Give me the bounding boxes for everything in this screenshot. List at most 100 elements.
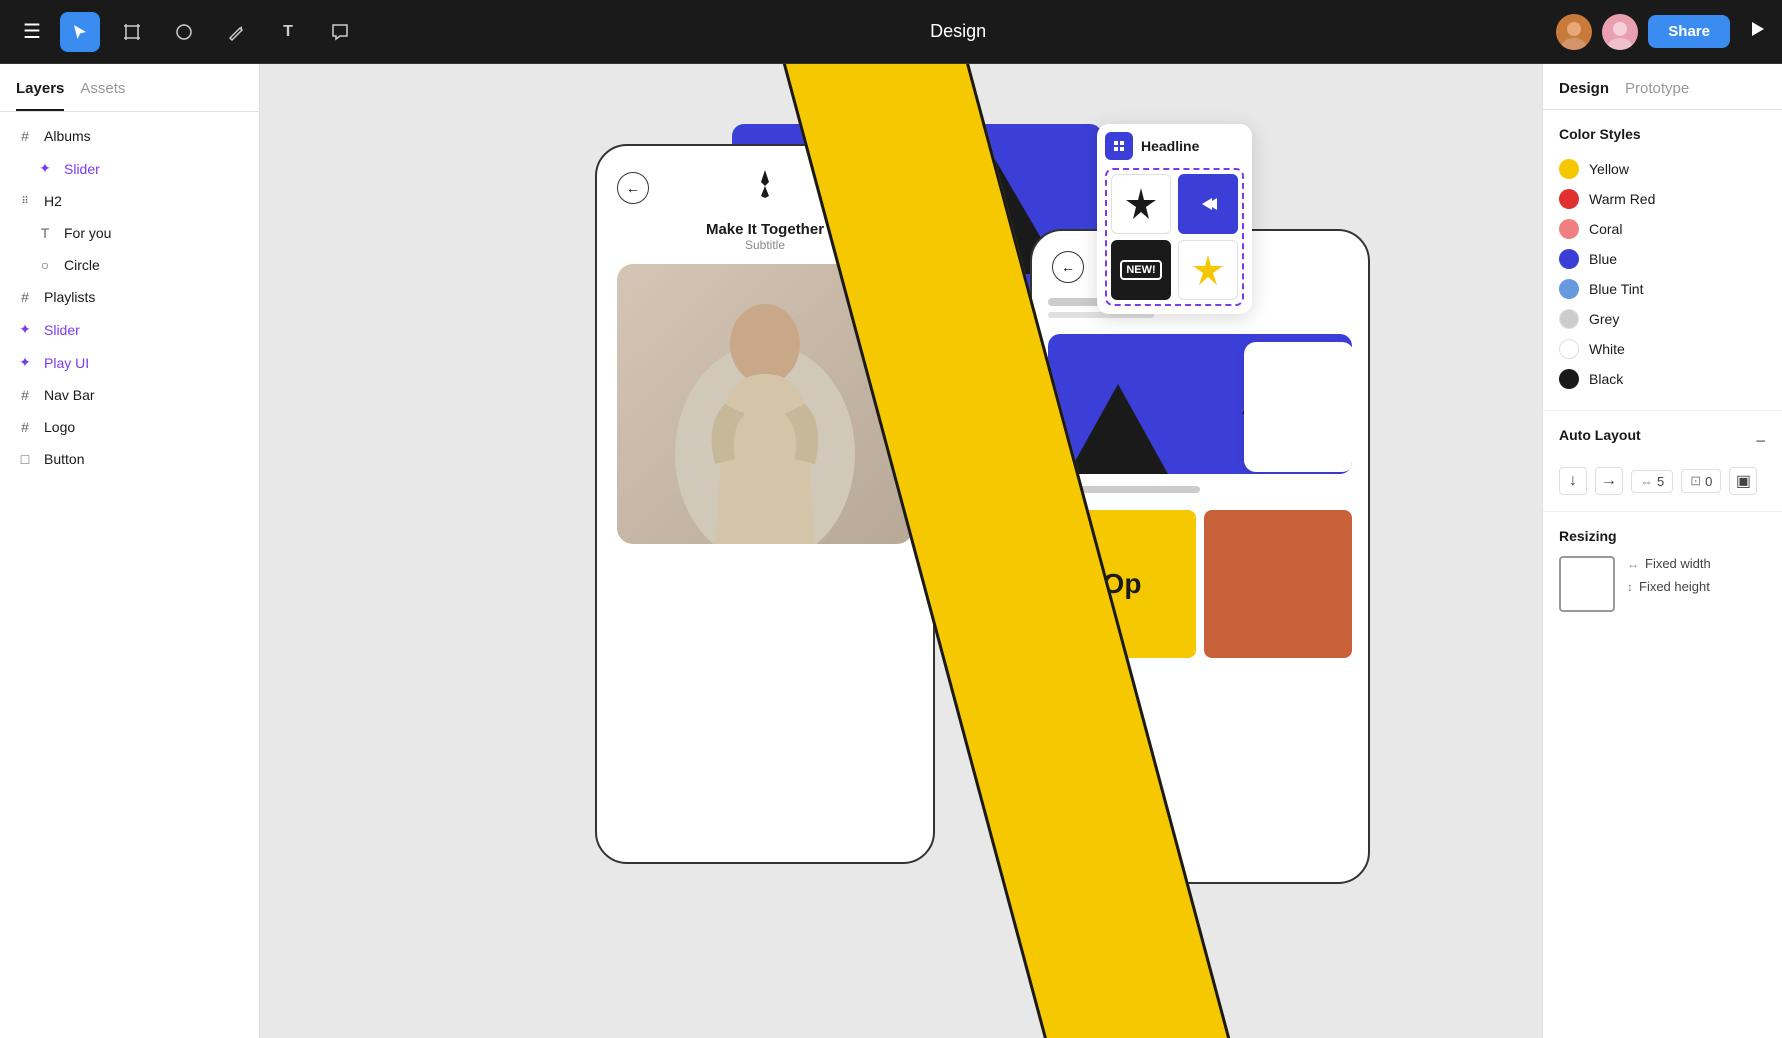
spacing-icon: ⇔ (1640, 474, 1653, 489)
hash-icon: # (16, 289, 34, 305)
music-logo-1 (747, 166, 783, 209)
play-presentation-button[interactable] (1748, 20, 1766, 44)
tab-assets[interactable]: Assets (80, 80, 125, 111)
layer-name: For you (64, 225, 111, 241)
icon-star-yellow (1178, 240, 1238, 300)
shape-tool[interactable] (164, 12, 204, 52)
direction-down-arrow[interactable]: ↓ (1559, 467, 1587, 495)
right-panel-tabs: Design Prototype (1543, 64, 1782, 110)
icons-grid: NEW! (1105, 168, 1244, 306)
color-name-blue-tint: Blue Tint (1589, 281, 1643, 297)
layer-circle[interactable]: ○ Circle (0, 249, 259, 281)
frame2-shape-1 (1068, 384, 1168, 474)
resizing-title: Resizing (1559, 528, 1766, 544)
icon-new-badge: NEW! (1111, 240, 1171, 300)
color-item-white[interactable]: White (1559, 334, 1766, 364)
album-orange (1204, 510, 1352, 658)
align-button[interactable]: ▣ (1729, 467, 1757, 495)
auto-layout-controls: ↓ → ⇔ 5 ⊡ 0 ▣ (1559, 467, 1766, 495)
direction-right-arrow[interactable]: → (1595, 467, 1623, 495)
color-item-black[interactable]: Black (1559, 364, 1766, 394)
rect-icon: □ (16, 451, 34, 467)
pen-tool[interactable] (216, 12, 256, 52)
resizing-preview-box (1559, 556, 1615, 612)
icon-starburst (1111, 174, 1171, 234)
select-tool[interactable] (60, 12, 100, 52)
layer-albums[interactable]: # Albums (0, 120, 259, 152)
layers-list: # Albums ✦ Slider ⠿ H2 T For you ○ Circl… (0, 112, 259, 1038)
circle-icon: ○ (36, 257, 54, 273)
color-name-blue: Blue (1589, 251, 1617, 267)
resizing-section: Resizing ↔ Fixed width ↕ Fixed height (1543, 512, 1782, 628)
fixed-height-icon: ↕ (1627, 580, 1633, 594)
color-name-white: White (1589, 341, 1625, 357)
color-name-coral: Coral (1589, 221, 1622, 237)
color-swatch-black (1559, 369, 1579, 389)
color-item-warm-red[interactable]: Warm Red (1559, 184, 1766, 214)
fixed-height-option[interactable]: ↕ Fixed height (1627, 579, 1711, 594)
layer-nav-bar[interactable]: # Nav Bar (0, 379, 259, 411)
canvas[interactable]: Headline NEW! (260, 64, 1542, 1038)
layer-play-ui[interactable]: ✦ Play UI (0, 346, 259, 379)
tab-prototype[interactable]: Prototype (1625, 80, 1689, 109)
topbar: ☰ T Design Share (0, 0, 1782, 64)
layer-name: Nav Bar (44, 387, 95, 403)
tab-layers[interactable]: Layers (16, 80, 64, 111)
padding-value[interactable]: ⊡ 0 (1681, 469, 1721, 493)
color-item-grey[interactable]: Grey (1559, 304, 1766, 334)
auto-layout-header: Auto Layout − (1559, 427, 1766, 455)
comment-tool[interactable] (320, 12, 360, 52)
layer-logo[interactable]: # Logo (0, 411, 259, 443)
resizing-options: ↔ Fixed width ↕ Fixed height (1627, 556, 1711, 594)
hash-icon: # (16, 419, 34, 435)
white-card-right (1244, 342, 1352, 472)
color-name-yellow: Yellow (1589, 161, 1629, 177)
layer-slider-2[interactable]: ✦ Slider (0, 313, 259, 346)
text-tool[interactable]: T (268, 12, 308, 52)
layer-name: Slider (64, 161, 100, 177)
right-panel: Design Prototype Color Styles Yellow War… (1542, 64, 1782, 1038)
avatar-1[interactable] (1556, 14, 1592, 50)
component-icon: ✦ (16, 321, 34, 338)
color-styles-section: Color Styles Yellow Warm Red Coral Blue (1543, 110, 1782, 411)
headline-icon-bg (1105, 132, 1133, 160)
color-item-blue[interactable]: Blue (1559, 244, 1766, 274)
share-button[interactable]: Share (1648, 15, 1730, 48)
layer-name: Albums (44, 128, 91, 144)
tab-design[interactable]: Design (1559, 80, 1609, 109)
color-item-coral[interactable]: Coral (1559, 214, 1766, 244)
layer-name: Button (44, 451, 84, 467)
auto-layout-minus-button[interactable]: − (1755, 431, 1766, 452)
layer-foryou[interactable]: T For you (0, 217, 259, 249)
layer-name: Playlists (44, 289, 95, 305)
layer-button[interactable]: □ Button (0, 443, 259, 475)
color-item-yellow[interactable]: Yellow (1559, 154, 1766, 184)
color-item-blue-tint[interactable]: Blue Tint (1559, 274, 1766, 304)
layer-h2[interactable]: ⠿ H2 (0, 185, 259, 217)
avatar-2[interactable] (1602, 14, 1638, 50)
resizing-content: ↔ Fixed width ↕ Fixed height (1559, 556, 1766, 612)
color-styles-title: Color Styles (1559, 126, 1766, 142)
fixed-width-option[interactable]: ↔ Fixed width (1627, 556, 1711, 571)
frame2-album-art: ▶ (1048, 334, 1352, 474)
component-icon: ✦ (36, 160, 54, 177)
spacing-value[interactable]: ⇔ 5 (1631, 470, 1673, 493)
topbar-title: Design (372, 21, 1544, 42)
color-swatch-blue (1559, 249, 1579, 269)
fixed-height-label: Fixed height (1639, 579, 1710, 594)
color-swatch-blue-tint (1559, 279, 1579, 299)
color-name-black: Black (1589, 371, 1623, 387)
back-button-1[interactable]: ← (617, 172, 649, 204)
color-swatch-yellow (1559, 159, 1579, 179)
layer-name: Play UI (44, 355, 89, 371)
layer-slider-1[interactable]: ✦ Slider (0, 152, 259, 185)
frame-tool[interactable] (112, 12, 152, 52)
menu-icon[interactable]: ☰ (16, 19, 48, 44)
fixed-width-icon: ↔ (1627, 557, 1639, 571)
component-icon: ✦ (16, 354, 34, 371)
padding-number: 0 (1705, 474, 1712, 489)
padding-icon: ⊡ (1690, 473, 1701, 489)
back-button-2[interactable]: ← (1052, 251, 1084, 283)
left-panel: Layers Assets # Albums ✦ Slider ⠿ H2 T F… (0, 64, 260, 1038)
layer-playlists[interactable]: # Playlists (0, 281, 259, 313)
